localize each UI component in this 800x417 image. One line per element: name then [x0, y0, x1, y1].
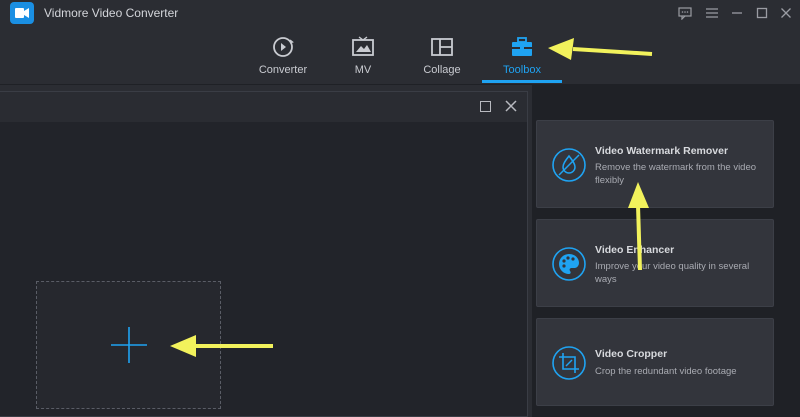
- collage-icon: [431, 38, 453, 56]
- tab-collage[interactable]: Collage: [399, 32, 485, 82]
- close-window-icon[interactable]: [777, 4, 795, 22]
- tab-mv-label: MV: [354, 64, 372, 76]
- tool-desc: Improve your video quality in several wa…: [595, 261, 750, 285]
- menu-icon[interactable]: [703, 4, 721, 22]
- tool-title: Video Watermark Remover: [595, 145, 729, 157]
- tool-card-enhancer[interactable]: Video Enhancer Improve your video qualit…: [536, 219, 774, 307]
- editor-panel-header: [0, 92, 527, 122]
- tab-toolbox-label: Toolbox: [503, 64, 541, 76]
- title-bar: Vidmore Video Converter: [0, 0, 800, 28]
- tool-title: Video Enhancer: [595, 244, 675, 256]
- tool-title: Video Cropper: [595, 348, 668, 360]
- editor-panel: [0, 91, 528, 417]
- add-file-drop-zone[interactable]: [36, 281, 221, 409]
- converter-icon: [273, 37, 294, 57]
- tab-converter-label: Converter: [258, 64, 308, 76]
- panel-maximize-icon[interactable]: [480, 101, 491, 112]
- maximize-window-icon[interactable]: [753, 4, 771, 22]
- plus-icon[interactable]: [110, 326, 148, 364]
- minimize-icon[interactable]: [728, 4, 746, 22]
- mv-icon: [352, 36, 374, 56]
- tab-mv[interactable]: MV: [320, 32, 406, 82]
- palette-icon: [552, 247, 586, 281]
- tool-card-cropper[interactable]: Video Cropper Crop the redundant video f…: [536, 318, 774, 406]
- tab-converter[interactable]: Converter: [240, 32, 326, 82]
- toolbox-panel: Video Watermark Remover Remove the water…: [532, 85, 800, 417]
- tool-desc: Remove the watermark from the video flex…: [595, 162, 757, 186]
- tool-desc: Crop the redundant video footage: [595, 366, 737, 377]
- active-tab-indicator: [482, 80, 562, 83]
- toolbox-icon: [512, 37, 532, 56]
- app-logo-icon: [10, 2, 34, 24]
- tool-card-watermark-remover[interactable]: Video Watermark Remover Remove the water…: [536, 120, 774, 208]
- watermark-remove-icon: [552, 148, 586, 182]
- tab-toolbox[interactable]: Toolbox: [479, 32, 565, 82]
- feedback-icon[interactable]: [676, 4, 694, 22]
- app-title: Vidmore Video Converter: [44, 6, 179, 20]
- panel-close-icon[interactable]: [503, 98, 519, 114]
- crop-icon: [552, 346, 586, 380]
- tab-collage-label: Collage: [423, 64, 461, 76]
- main-nav: Converter MV Collage Toolbox: [0, 28, 800, 84]
